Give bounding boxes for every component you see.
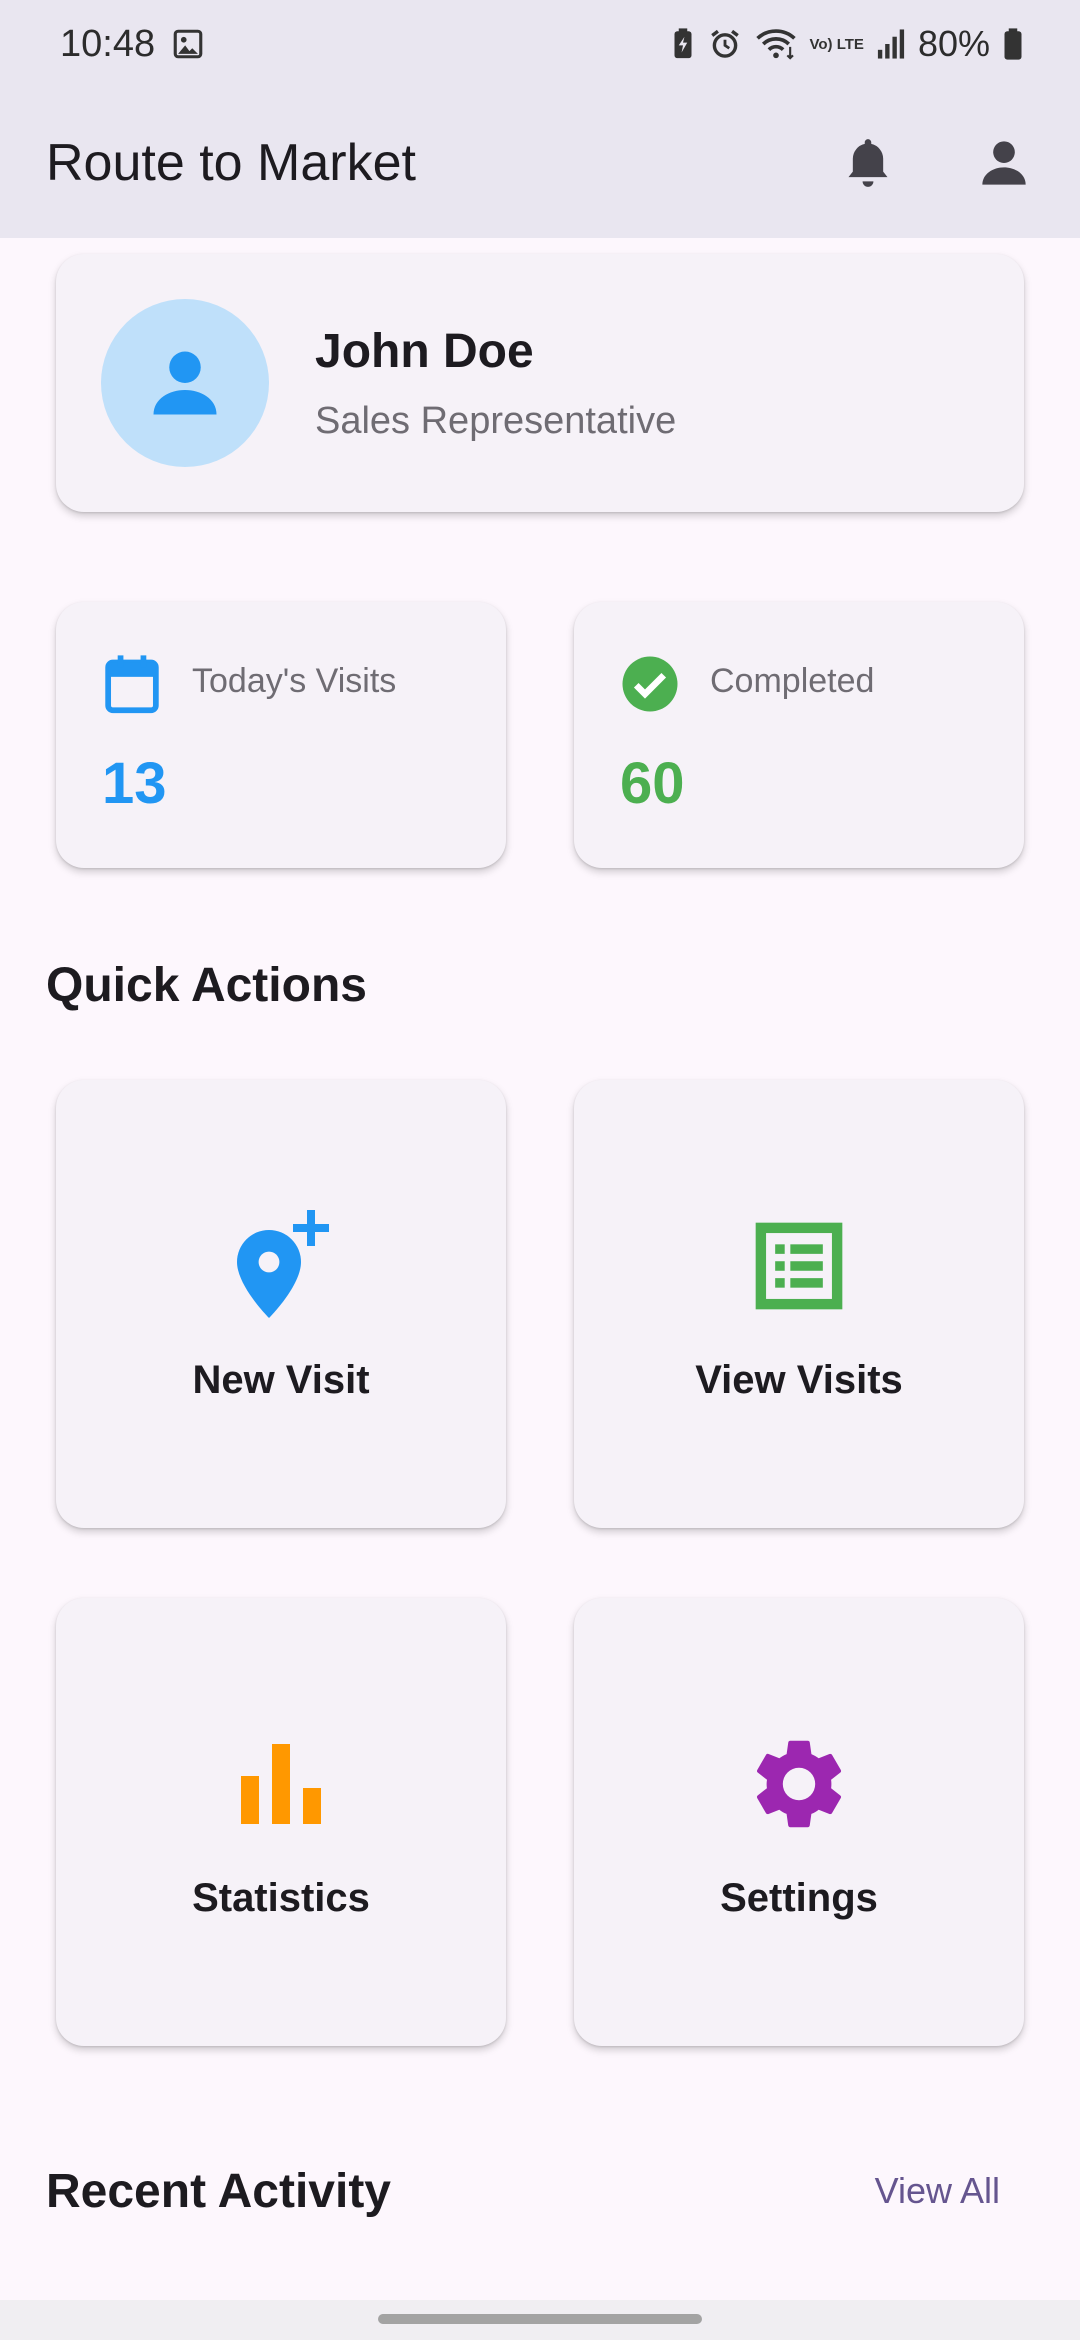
account-icon <box>982 141 1026 185</box>
battery-saver-icon <box>670 27 696 61</box>
app-title: Route to Market <box>46 134 416 192</box>
action-label: Settings <box>720 1876 878 1920</box>
status-bar: 10:48 Vo) LTE 80% <box>0 0 1080 88</box>
action-label: Statistics <box>192 1876 370 1920</box>
action-label: View Visits <box>695 1358 903 1402</box>
app-bar: Route to Market <box>0 88 1080 238</box>
stat-label: Completed <box>710 662 875 700</box>
volte-icon: Vo) LTE <box>809 35 864 53</box>
notifications-icon <box>848 139 888 187</box>
stat-value: 60 <box>620 751 685 816</box>
stat-label: Today's Visits <box>192 662 397 700</box>
account-button[interactable] <box>972 131 1036 195</box>
wifi-icon <box>754 27 798 61</box>
profile-role: Sales Representative <box>315 400 677 442</box>
avatar <box>101 299 269 467</box>
calendar-icon <box>102 652 162 716</box>
recent-activity-title: Recent Activity <box>46 2165 391 2218</box>
alarm-icon <box>708 27 742 61</box>
gallery-icon <box>171 27 205 61</box>
status-left: 10:48 <box>60 23 205 66</box>
profile-name: John Doe <box>315 325 534 378</box>
list-alt-icon <box>574 1206 1024 1326</box>
bar-chart-icon <box>56 1724 506 1844</box>
battery-icon <box>1002 27 1024 61</box>
completed-card[interactable]: Completed 60 <box>574 602 1024 868</box>
quick-actions-title: Quick Actions <box>46 959 367 1012</box>
status-time: 10:48 <box>60 22 156 65</box>
check-circle-icon <box>620 652 680 716</box>
stat-value: 13 <box>102 751 167 816</box>
new-visit-button[interactable]: New Visit <box>56 1080 506 1528</box>
person-icon <box>153 351 217 415</box>
status-right: Vo) LTE 80% <box>670 23 1025 65</box>
settings-button[interactable]: Settings <box>574 1598 1024 2046</box>
notifications-button[interactable] <box>836 131 900 195</box>
todays-visits-card[interactable]: Today's Visits 13 <box>56 602 506 868</box>
battery-percent: 80% <box>917 23 990 64</box>
view-all-link[interactable]: View All <box>875 2170 1000 2212</box>
gesture-handle[interactable] <box>378 2314 702 2324</box>
action-label: New Visit <box>192 1358 370 1402</box>
view-visits-button[interactable]: View Visits <box>574 1080 1024 1528</box>
add-location-icon <box>56 1206 506 1326</box>
profile-card[interactable]: John Doe Sales Representative <box>56 254 1024 512</box>
statistics-button[interactable]: Statistics <box>56 1598 506 2046</box>
signal-icon <box>876 28 906 60</box>
app-bar-actions <box>836 131 1036 195</box>
gear-icon <box>574 1724 1024 1844</box>
